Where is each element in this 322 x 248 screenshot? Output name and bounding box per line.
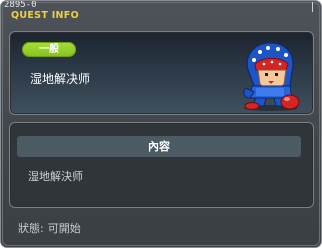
quest-info-window: 2895-0 QUEST INFO 一般 湿地解决师 內容 湿地解決师 狀態: … [0, 0, 322, 248]
quest-summary-panel: 一般 湿地解决师 [9, 31, 314, 115]
quest-content-panel: 內容 湿地解決师 [9, 122, 314, 208]
status-value: 可開始 [47, 222, 81, 235]
status-label: 狀態: [18, 222, 44, 235]
quest-id: 2895-0 [4, 0, 37, 10]
category-badge: 一般 [22, 42, 76, 57]
window-edge-handle [312, 2, 318, 12]
quest-name: 湿地解决师 [30, 72, 91, 86]
content-header: 內容 [17, 136, 301, 157]
npc-portrait-icon [243, 42, 300, 111]
quest-status: 狀態: 可開始 [18, 222, 81, 235]
window-title: QUEST INFO [11, 10, 79, 21]
content-text: 湿地解決师 [28, 170, 83, 183]
